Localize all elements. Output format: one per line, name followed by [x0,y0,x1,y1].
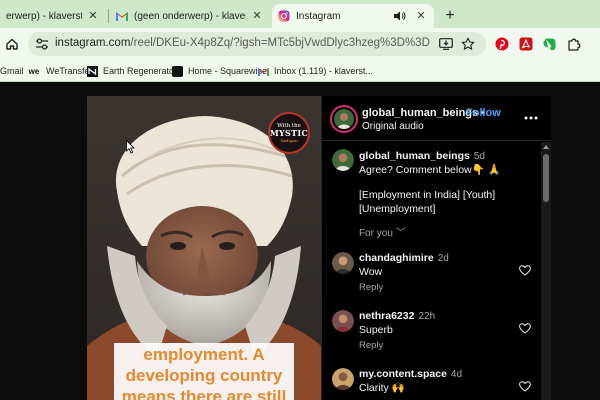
audio-link[interactable]: Original audio [362,121,424,132]
heart-icon[interactable] [519,322,531,334]
comment-author[interactable]: nethra6232 22h [359,310,435,322]
comment-author-name: chandaghimire [359,252,434,264]
gmail-icon [258,66,269,77]
profile-photo-icon [332,368,354,390]
squarewise-icon [172,65,183,77]
caption-author-name: global_human_beings [359,150,470,162]
comment-time: 22h [418,311,436,322]
heart-icon[interactable] [519,380,531,392]
comment-author-name: my.content.space [359,368,447,380]
bookmark-earth-regenerators[interactable]: Earth Regenerators [87,63,182,79]
bookmarks-bar: Gmail we WeTransfer Earth Regenerators H… [0,60,600,82]
chevron-down-icon: ﹀ [395,228,406,239]
badge-line-3: Sadhguru [280,138,298,143]
bookmark-squarewise[interactable]: Home - Squarewise [172,63,267,79]
instagram-reel-page: With the MYSTIC Sadhguru employment. A d… [0,83,600,400]
comments-scrollbar[interactable] [541,142,551,400]
bookmark-wetransfer[interactable]: we WeTransfer [27,63,93,79]
comment-time: 2d [437,253,449,264]
address-bar[interactable]: instagram.com/reel/DKEu-X4p8Zq/?igsh=MTc… [28,32,486,56]
caption-author[interactable]: global_human_beings 5d [359,150,485,162]
tab-divider [108,9,109,23]
reel-caption-text: employment. A developing country means t… [121,345,287,400]
bookmark-label: Earth Regenerators [103,66,182,76]
badge-line-2: MYSTIC [269,128,309,138]
earth-regenerators-icon [87,65,98,77]
caption-time: 5d [473,151,485,162]
evernote-icon[interactable] [540,34,560,54]
bookmark-gmail[interactable]: Gmail [0,63,24,79]
url-domain: instagram.com [55,37,131,49]
reply-button[interactable]: Reply [359,340,383,351]
comment-time: 4d [450,369,463,380]
url-text[interactable]: instagram.com/reel/DKEu-X4p8Zq/?igsh=MTc… [55,37,430,49]
new-tab-button[interactable]: + [440,6,460,26]
tab-title: (geen onderwerp) - klaverst@gmail.co [134,10,246,22]
close-icon[interactable]: ✕ [86,9,100,23]
comment-text: Clarity 🙌 [359,382,405,394]
caption-line-3: [Unemployment] [359,203,436,215]
home-icon[interactable] [2,34,22,54]
avatar[interactable] [332,310,354,332]
bookmark-label: Inbox (1.119) - klaverst... [274,66,373,76]
heart-icon[interactable] [519,264,531,276]
avatar[interactable] [332,368,354,390]
avatar[interactable] [332,252,354,274]
profile-photo-icon [332,252,354,274]
comment-author-name: nethra6232 [359,310,415,322]
extensions-icon[interactable] [564,34,584,54]
post-side-panel: global_human_beings • Follow Original aud… [321,96,552,400]
comment-text: Wow [359,266,383,278]
follow-button[interactable]: Follow [466,107,501,119]
pinterest-icon[interactable] [492,34,512,54]
more-options-icon[interactable] [522,109,540,127]
close-icon[interactable]: ✕ [414,9,428,23]
bookmark-inbox[interactable]: Inbox (1.119) - klaverst... [258,63,373,79]
bookmark-label: Home - Squarewise [188,66,268,76]
caption-line-1: Agree? Comment below👇 🙏 [359,164,501,176]
tab-strip: erwerp) - klaverst@gmail.co ✕ (geen onde… [0,0,600,28]
scroll-up-icon[interactable] [543,144,549,150]
instagram-icon [278,10,290,22]
speaker-icon[interactable] [394,10,406,22]
for-you-toggle[interactable]: For you ﹀ [359,227,406,241]
acrobat-icon[interactable] [516,34,536,54]
profile-photo-icon [334,109,354,129]
profile-photo-icon [332,149,354,171]
caption-line-2: [Employment in India] [Youth] [359,189,496,201]
comment-text: Superb [359,324,393,336]
close-icon[interactable]: ✕ [250,9,264,23]
tab-instagram[interactable]: Instagram ✕ [272,4,434,28]
tab-title: Instagram [296,10,341,22]
install-app-icon[interactable] [438,36,454,52]
avatar[interactable] [332,149,354,171]
gmail-icon [116,10,128,22]
bookmark-label: WeTransfer [46,66,93,76]
scrollbar-thumb[interactable] [543,154,549,202]
tab-gmail-2[interactable]: (geen onderwerp) - klaverst@gmail.co ✕ [110,4,270,28]
url-path: /reel/DKEu-X4p8Zq/?igsh=MTc5bjVwdDlyc3hz… [130,37,430,49]
reply-button[interactable]: Reply [359,282,383,293]
post-header: global_human_beings • Follow Original aud… [322,96,552,141]
comment-author[interactable]: my.content.space 4d [359,368,462,380]
avatar[interactable] [330,105,358,133]
reel-video[interactable]: With the MYSTIC Sadhguru employment. A d… [87,96,321,400]
post-username-text: global_human_beings [362,107,479,119]
comment-author[interactable]: chandaghimire 2d [359,252,449,264]
browser-toolbar: instagram.com/reel/DKEu-X4p8Zq/?igsh=MTc… [0,28,600,60]
profile-photo-icon [332,310,354,332]
for-you-label: For you [359,228,393,239]
site-settings-icon[interactable] [34,36,50,52]
mystic-badge-logo: With the MYSTIC Sadhguru [268,112,310,154]
bookmark-star-icon[interactable] [460,36,476,52]
tab-gmail-1[interactable]: erwerp) - klaverst@gmail.co ✕ [0,4,106,28]
bookmark-label: Gmail [0,66,24,76]
mouse-cursor-icon [126,139,136,154]
wetransfer-icon: we [28,66,40,76]
tab-title: erwerp) - klaverst@gmail.co [6,10,82,22]
